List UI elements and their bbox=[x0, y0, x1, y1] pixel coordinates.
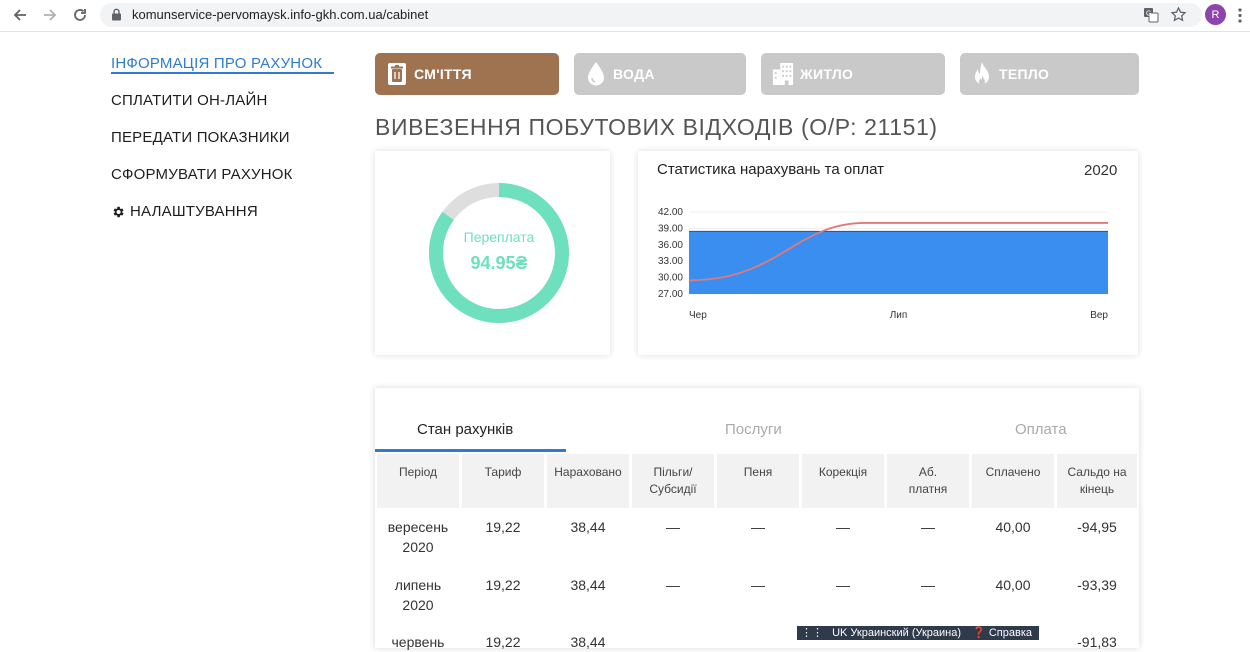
bookmark-star-icon[interactable] bbox=[1170, 6, 1187, 28]
cell-benefits: — bbox=[666, 519, 680, 535]
stats-chart: 42.00 39.00 36.00 33.00 30.00 27.00 Чер Лип Вер bbox=[658, 207, 1108, 321]
x-tick-label: Лип bbox=[890, 310, 908, 321]
area-series bbox=[689, 231, 1108, 294]
service-tab-housing-label: ЖИТЛО bbox=[800, 66, 854, 82]
grip-icon: ⋮⋮ bbox=[801, 627, 823, 639]
reload-icon[interactable] bbox=[69, 4, 91, 26]
cell-correction: — bbox=[836, 577, 850, 593]
page-title: ВИВЕЗЕННЯ ПОБУТОВИХ ВІДХОДІВ (О/Р: 21151… bbox=[375, 114, 938, 140]
cell-tariff: 19,22 bbox=[485, 577, 521, 593]
cell-penalty: — bbox=[751, 577, 765, 593]
service-tab-water[interactable]: ВОДА bbox=[574, 53, 746, 95]
gear-icon bbox=[111, 205, 125, 219]
cell-benefits: — bbox=[666, 577, 680, 593]
browser-toolbar: komunservice-pervomaysk.info-gkh.com.ua/… bbox=[0, 0, 1250, 32]
translate-icon[interactable]: G bbox=[1143, 7, 1159, 28]
accounts-card: Стан рахунків Послуги Оплата Період Тари… bbox=[375, 388, 1139, 650]
cell-tariff: 19,22 bbox=[485, 519, 521, 535]
flame-icon bbox=[971, 61, 993, 87]
active-underline bbox=[111, 72, 334, 74]
balance-amount: 94.95₴ bbox=[470, 253, 528, 273]
cell-period: червень bbox=[391, 634, 445, 650]
language-bar[interactable]: ⋮⋮ UK Украинский (Украина) ❓ Справка bbox=[797, 626, 1039, 640]
service-tab-water-label: ВОДА bbox=[613, 66, 655, 82]
balance-card: Переплата 94.95₴ bbox=[375, 151, 610, 355]
url-text[interactable]: komunservice-pervomaysk.info-gkh.com.ua/… bbox=[132, 7, 428, 22]
svg-text:G: G bbox=[1146, 11, 1151, 18]
profile-avatar[interactable]: R bbox=[1205, 4, 1226, 25]
cell-charged: 38,44 bbox=[570, 519, 606, 535]
service-tab-housing[interactable]: ЖИТЛО bbox=[761, 53, 945, 95]
sidebar-item-settings[interactable]: НАЛАШТУВАННЯ bbox=[111, 203, 258, 220]
forward-icon[interactable] bbox=[39, 4, 61, 26]
menu-dots-icon[interactable] bbox=[1238, 8, 1242, 28]
y-tick-label: 36.00 bbox=[658, 240, 683, 251]
language-label[interactable]: UK Украинский (Украина) bbox=[832, 627, 961, 639]
cell-period: липень 2020 bbox=[394, 577, 442, 613]
col-header-period: Період bbox=[377, 454, 459, 508]
sidebar-item-submit-readings[interactable]: ПЕРЕДАТИ ПОКАЗНИКИ bbox=[111, 129, 290, 146]
service-tab-garbage[interactable]: СМ'ІТТЯ bbox=[375, 53, 559, 95]
y-tick-label: 33.00 bbox=[658, 256, 683, 267]
tab-active-indicator bbox=[375, 449, 566, 452]
cell-charged: 38,44 bbox=[570, 634, 606, 650]
x-tick-label: Вер bbox=[1090, 310, 1108, 321]
col-header-benefits: Пільги/ Субсидії bbox=[632, 454, 714, 508]
cell-balance-end: -93,39 bbox=[1077, 577, 1117, 593]
sidebar-item-account-info[interactable]: ІНФОРМАЦІЯ ПРО РАХУНОК bbox=[111, 55, 322, 72]
cell-balance-end: -94,95 bbox=[1077, 519, 1117, 535]
back-icon[interactable] bbox=[9, 4, 31, 26]
balance-label: Переплата bbox=[463, 229, 535, 245]
y-tick-label: 42.00 bbox=[658, 207, 683, 218]
sidebar-item-pay-online[interactable]: СПЛАТИТИ ОН-ЛАЙН bbox=[111, 92, 268, 109]
cell-paid: 40,00 bbox=[995, 519, 1031, 535]
cell-balance-end: -91,83 bbox=[1077, 634, 1117, 650]
y-tick-label: 27.00 bbox=[658, 289, 683, 300]
col-header-paid: Сплачено bbox=[972, 454, 1054, 508]
sidebar-item-settings-label: НАЛАШТУВАННЯ bbox=[130, 203, 258, 220]
col-header-correction: Корекція bbox=[802, 454, 884, 508]
col-header-balance-end: Сальдо на кінець bbox=[1057, 454, 1137, 508]
col-header-charged: Нараховано bbox=[547, 454, 629, 508]
col-header-subscription: Аб. платня bbox=[887, 454, 969, 508]
y-tick-label: 39.00 bbox=[658, 223, 683, 234]
lock-icon bbox=[111, 8, 122, 26]
service-tab-heating[interactable]: ТЕПЛО bbox=[960, 53, 1139, 95]
cell-tariff: 19,22 bbox=[485, 634, 521, 650]
building-icon bbox=[772, 61, 794, 87]
tab-payment[interactable]: Оплата bbox=[1015, 421, 1067, 438]
stats-card: Статистика нарахувань та оплат 2020 42.0… bbox=[638, 151, 1138, 355]
cell-paid: 40,00 bbox=[995, 577, 1031, 593]
cell-period: вересень 2020 bbox=[387, 519, 449, 555]
help-icon[interactable]: ❓ bbox=[972, 627, 986, 639]
service-tab-garbage-label: СМ'ІТТЯ bbox=[414, 66, 472, 82]
cell-charged: 38,44 bbox=[570, 577, 606, 593]
service-tab-heating-label: ТЕПЛО bbox=[999, 66, 1050, 82]
col-header-tariff: Тариф bbox=[462, 454, 544, 508]
cell-subscription: — bbox=[921, 519, 935, 535]
help-label[interactable]: Справка bbox=[989, 627, 1032, 639]
cell-subscription: — bbox=[921, 577, 935, 593]
cell-correction: — bbox=[836, 519, 850, 535]
tab-services[interactable]: Послуги bbox=[725, 421, 782, 438]
trash-icon bbox=[386, 61, 408, 87]
x-tick-label: Чер bbox=[689, 310, 707, 321]
sidebar-item-generate-bill[interactable]: СФОРМУВАТИ РАХУНОК bbox=[111, 166, 293, 183]
water-drop-icon bbox=[585, 61, 607, 87]
address-bar[interactable]: komunservice-pervomaysk.info-gkh.com.ua/… bbox=[100, 3, 1202, 27]
cell-penalty: — bbox=[751, 519, 765, 535]
tab-account-status[interactable]: Стан рахунків bbox=[417, 421, 513, 438]
y-tick-label: 30.00 bbox=[658, 273, 683, 284]
col-header-penalty: Пеня bbox=[717, 454, 799, 508]
